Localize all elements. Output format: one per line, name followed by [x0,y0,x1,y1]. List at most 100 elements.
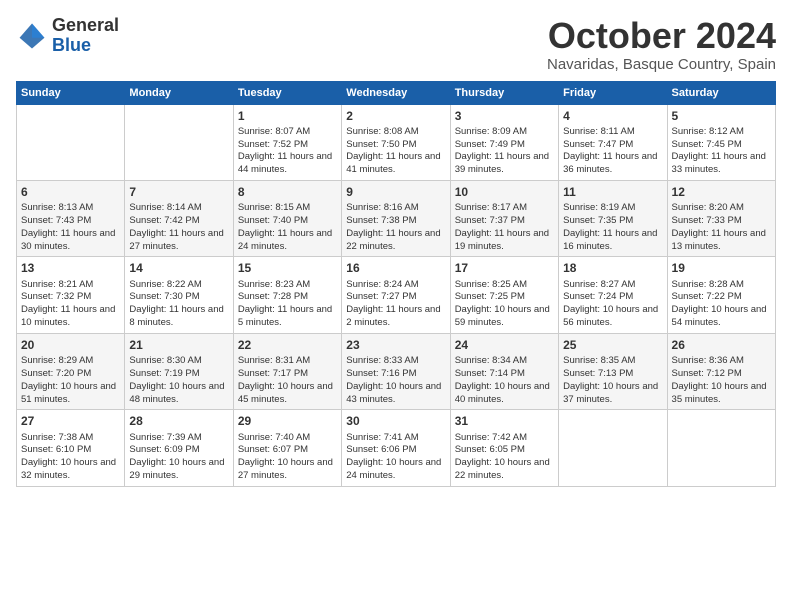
calendar-cell: 6 Sunrise: 8:13 AM Sunset: 7:43 PM Daylig… [17,181,125,257]
calendar-week-3: 13Sunrise: 8:21 AM Sunset: 7:32 PM Dayli… [17,257,776,333]
header-day-wednesday: Wednesday [342,81,450,104]
day-info: Sunrise: 8:31 AM Sunset: 7:17 PM Dayligh… [238,355,337,406]
calendar-cell: 2 Sunrise: 8:08 AM Sunset: 7:50 PM Daylig… [342,104,450,180]
day-info: Sunrise: 8:16 AM Sunset: 7:38 PM Dayligh… [346,202,445,253]
calendar-week-5: 27 Sunrise: 7:38 AM Sunset: 6:10 PM Dayli… [17,410,776,486]
calendar-cell: 12Sunrise: 8:20 AM Sunset: 7:33 PM Dayli… [667,181,775,257]
calendar-cell: 14 Sunrise: 8:22 AM Sunset: 7:30 PM Dayli… [125,257,233,333]
calendar-week-4: 20Sunrise: 8:29 AM Sunset: 7:20 PM Dayli… [17,333,776,409]
calendar-cell: 28Sunrise: 7:39 AM Sunset: 6:09 PM Dayli… [125,410,233,486]
day-number: 7 [129,184,228,200]
day-number: 5 [672,108,771,124]
calendar-cell [17,104,125,180]
day-number: 15 [238,260,337,276]
calendar-header: SundayMondayTuesdayWednesdayThursdayFrid… [17,81,776,104]
calendar-cell: 29 Sunrise: 7:40 AM Sunset: 6:07 PM Dayli… [233,410,341,486]
day-info: Sunrise: 8:13 AM Sunset: 7:43 PM Dayligh… [21,202,120,253]
day-info: Sunrise: 8:34 AM Sunset: 7:14 PM Dayligh… [455,355,554,406]
calendar-cell: 10 Sunrise: 8:17 AM Sunset: 7:37 PM Dayli… [450,181,558,257]
day-number: 21 [129,337,228,353]
calendar-cell [559,410,667,486]
day-info: Sunrise: 8:15 AM Sunset: 7:40 PM Dayligh… [238,202,337,253]
calendar-cell [667,410,775,486]
calendar-cell: 20Sunrise: 8:29 AM Sunset: 7:20 PM Dayli… [17,333,125,409]
page-header: General Blue October 2024 Navaridas, Bas… [16,16,776,73]
calendar-cell: 21Sunrise: 8:30 AM Sunset: 7:19 PM Dayli… [125,333,233,409]
day-number: 27 [21,413,120,429]
calendar-cell [125,104,233,180]
day-number: 22 [238,337,337,353]
calendar-cell: 18 Sunrise: 8:27 AM Sunset: 7:24 PM Dayli… [559,257,667,333]
day-info: Sunrise: 7:38 AM Sunset: 6:10 PM Dayligh… [21,432,120,483]
day-number: 14 [129,260,228,276]
day-number: 18 [563,260,662,276]
day-number: 1 [238,108,337,124]
calendar-cell: 5 Sunrise: 8:12 AM Sunset: 7:45 PM Daylig… [667,104,775,180]
day-info: Sunrise: 8:07 AM Sunset: 7:52 PM Dayligh… [238,126,337,177]
day-number: 19 [672,260,771,276]
header-day-sunday: Sunday [17,81,125,104]
day-info: Sunrise: 8:14 AM Sunset: 7:42 PM Dayligh… [129,202,228,253]
month-title: October 2024 [547,16,776,56]
day-info: Sunrise: 8:28 AM Sunset: 7:22 PM Dayligh… [672,279,771,330]
calendar-cell: 25Sunrise: 8:35 AM Sunset: 7:13 PM Dayli… [559,333,667,409]
calendar-week-2: 6 Sunrise: 8:13 AM Sunset: 7:43 PM Daylig… [17,181,776,257]
header-day-monday: Monday [125,81,233,104]
day-info: Sunrise: 8:12 AM Sunset: 7:45 PM Dayligh… [672,126,771,177]
calendar-cell: 13Sunrise: 8:21 AM Sunset: 7:32 PM Dayli… [17,257,125,333]
day-info: Sunrise: 8:25 AM Sunset: 7:25 PM Dayligh… [455,279,554,330]
day-number: 8 [238,184,337,200]
calendar-cell: 9 Sunrise: 8:16 AM Sunset: 7:38 PM Daylig… [342,181,450,257]
calendar-cell: 19 Sunrise: 8:28 AM Sunset: 7:22 PM Dayli… [667,257,775,333]
calendar-week-1: 1 Sunrise: 8:07 AM Sunset: 7:52 PM Daylig… [17,104,776,180]
day-info: Sunrise: 8:36 AM Sunset: 7:12 PM Dayligh… [672,355,771,406]
day-number: 30 [346,413,445,429]
calendar-cell: 1 Sunrise: 8:07 AM Sunset: 7:52 PM Daylig… [233,104,341,180]
header-day-saturday: Saturday [667,81,775,104]
calendar-cell: 27 Sunrise: 7:38 AM Sunset: 6:10 PM Dayli… [17,410,125,486]
day-number: 11 [563,184,662,200]
calendar-cell: 31Sunrise: 7:42 AM Sunset: 6:05 PM Dayli… [450,410,558,486]
day-number: 6 [21,184,120,200]
day-number: 12 [672,184,771,200]
header-day-tuesday: Tuesday [233,81,341,104]
header-day-thursday: Thursday [450,81,558,104]
logo: General Blue [16,16,119,56]
day-info: Sunrise: 8:11 AM Sunset: 7:47 PM Dayligh… [563,126,662,177]
day-info: Sunrise: 8:08 AM Sunset: 7:50 PM Dayligh… [346,126,445,177]
calendar-cell: 7 Sunrise: 8:14 AM Sunset: 7:42 PM Daylig… [125,181,233,257]
day-info: Sunrise: 8:17 AM Sunset: 7:37 PM Dayligh… [455,202,554,253]
day-info: Sunrise: 8:22 AM Sunset: 7:30 PM Dayligh… [129,279,228,330]
day-number: 9 [346,184,445,200]
calendar-cell: 15 Sunrise: 8:23 AM Sunset: 7:28 PM Dayli… [233,257,341,333]
day-number: 3 [455,108,554,124]
day-number: 20 [21,337,120,353]
day-info: Sunrise: 7:39 AM Sunset: 6:09 PM Dayligh… [129,432,228,483]
header-day-friday: Friday [559,81,667,104]
calendar-cell: 3Sunrise: 8:09 AM Sunset: 7:49 PM Daylig… [450,104,558,180]
day-number: 10 [455,184,554,200]
day-number: 2 [346,108,445,124]
calendar-cell: 22 Sunrise: 8:31 AM Sunset: 7:17 PM Dayli… [233,333,341,409]
day-info: Sunrise: 8:27 AM Sunset: 7:24 PM Dayligh… [563,279,662,330]
day-info: Sunrise: 7:41 AM Sunset: 6:06 PM Dayligh… [346,432,445,483]
calendar-cell: 8 Sunrise: 8:15 AM Sunset: 7:40 PM Daylig… [233,181,341,257]
day-info: Sunrise: 8:33 AM Sunset: 7:16 PM Dayligh… [346,355,445,406]
day-number: 29 [238,413,337,429]
calendar-cell: 26Sunrise: 8:36 AM Sunset: 7:12 PM Dayli… [667,333,775,409]
calendar-table: SundayMondayTuesdayWednesdayThursdayFrid… [16,81,776,487]
title-block: October 2024 Navaridas, Basque Country, … [547,16,776,73]
day-info: Sunrise: 8:21 AM Sunset: 7:32 PM Dayligh… [21,279,120,330]
logo-icon [16,20,48,52]
logo-blue: Blue [52,36,119,56]
day-info: Sunrise: 8:35 AM Sunset: 7:13 PM Dayligh… [563,355,662,406]
day-info: Sunrise: 7:40 AM Sunset: 6:07 PM Dayligh… [238,432,337,483]
day-number: 31 [455,413,554,429]
logo-text: General Blue [52,16,119,56]
calendar-cell: 4Sunrise: 8:11 AM Sunset: 7:47 PM Daylig… [559,104,667,180]
day-info: Sunrise: 8:24 AM Sunset: 7:27 PM Dayligh… [346,279,445,330]
day-info: Sunrise: 8:23 AM Sunset: 7:28 PM Dayligh… [238,279,337,330]
calendar-cell: 16Sunrise: 8:24 AM Sunset: 7:27 PM Dayli… [342,257,450,333]
calendar-cell: 11Sunrise: 8:19 AM Sunset: 7:35 PM Dayli… [559,181,667,257]
logo-general: General [52,16,119,36]
